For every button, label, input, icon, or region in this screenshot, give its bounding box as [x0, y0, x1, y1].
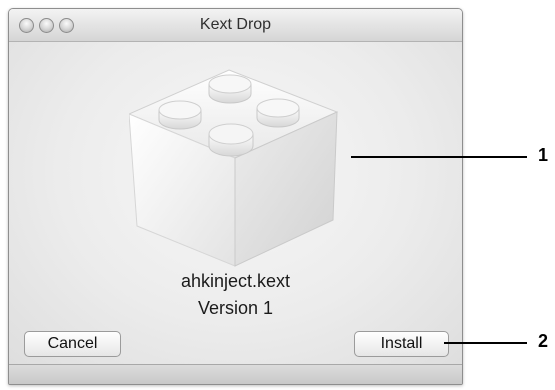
cancel-button[interactable]: Cancel — [24, 331, 121, 357]
callout-number-1: 1 — [538, 145, 549, 165]
install-button[interactable]: Install — [354, 331, 449, 357]
kext-version: Version 1 — [197, 298, 274, 318]
drop-area: ahkinject.kext Version 1 Cancel Install — [9, 42, 462, 364]
lego-brick-icon — [129, 69, 339, 267]
title-bar[interactable]: Kext Drop — [9, 9, 462, 42]
callout-number-2: 2 — [538, 331, 549, 351]
kext-drop-window: Kext Drop ahkinject.kext Version 1 Cance… — [8, 8, 463, 385]
kext-filename: ahkinject.kext — [180, 271, 291, 291]
window-bottom-bar — [9, 364, 462, 384]
callout-line-1 — [351, 156, 527, 158]
callout-line-2 — [444, 342, 527, 344]
window-title: Kext Drop — [199, 16, 272, 33]
